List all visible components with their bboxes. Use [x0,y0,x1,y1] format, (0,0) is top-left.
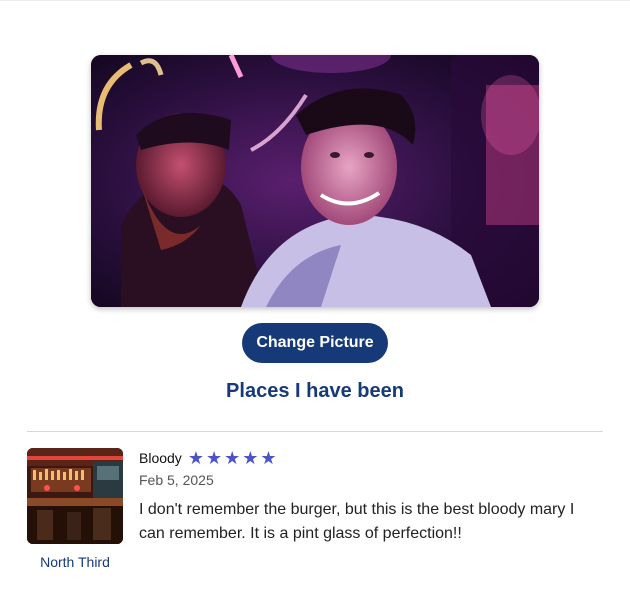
profile-page: Change Picture Places I have been North … [0,0,630,604]
review-date: Feb 5, 2025 [139,472,214,488]
place-name-link[interactable]: North Third [27,554,123,570]
review-title: Bloody [139,450,182,466]
star-icon: ★ [224,448,241,468]
star-icon: ★ [260,448,277,468]
review-header: Bloody ★ ★ ★ ★ ★ [139,448,603,468]
place-thumbnail[interactable] [27,448,123,544]
star-icon: ★ [242,448,259,468]
section-divider [27,431,603,432]
change-picture-button[interactable]: Change Picture [242,323,388,363]
review-text: I don't remember the burger, but this is… [139,501,575,542]
places-section-title: Places I have been [226,380,404,402]
star-icon: ★ [205,448,223,468]
profile-photo-image [91,55,539,307]
bar-interior-image [27,448,123,544]
top-divider [0,0,630,1]
profile-picture [91,55,539,307]
star-rating: ★ ★ ★ ★ ★ [188,449,277,467]
review-body: Bloody ★ ★ ★ ★ ★ Feb 5, 2025 I don't rem… [139,448,603,546]
star-icon: ★ [187,448,204,468]
